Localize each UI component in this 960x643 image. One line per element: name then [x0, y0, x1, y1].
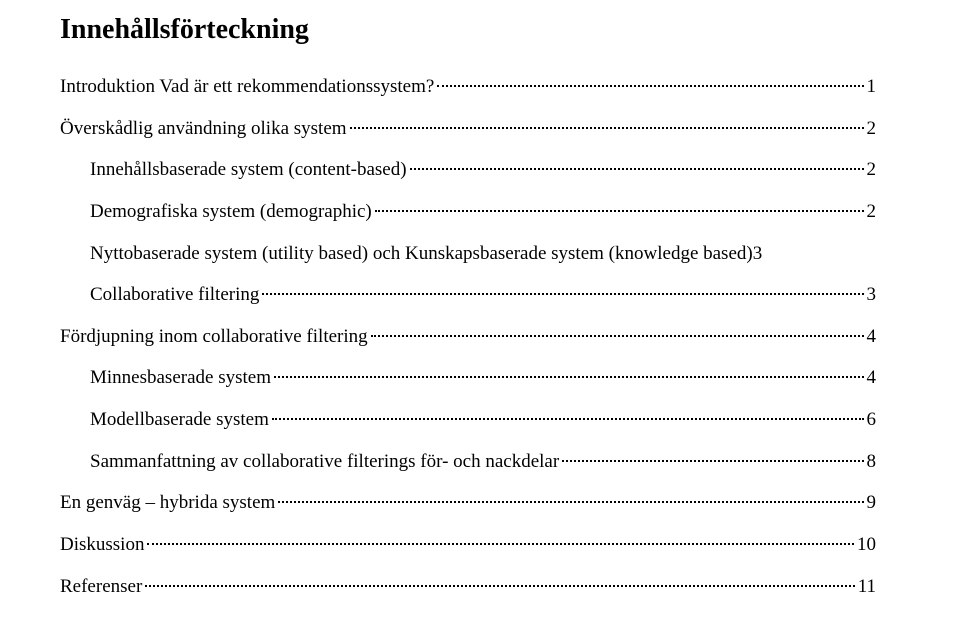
- toc-list: Introduktion Vad är ett rekommendationss…: [60, 74, 876, 599]
- toc-entry-page: 1: [867, 74, 877, 100]
- toc-leader-dots: [410, 168, 864, 170]
- toc-entry: Fördjupning inom collaborative filtering…: [60, 324, 876, 350]
- toc-leader-dots: [145, 585, 854, 587]
- toc-entry-page: 3: [867, 282, 877, 308]
- toc-entry: Demografiska system (demographic) 2: [60, 199, 876, 225]
- toc-entry: Minnesbaserade system 4: [60, 365, 876, 391]
- toc-leader-dots: [371, 335, 864, 337]
- toc-leader-dots: [274, 376, 864, 378]
- toc-entry: Diskussion 10: [60, 532, 876, 558]
- toc-leader-dots: [262, 293, 863, 295]
- toc-entry-label: Introduktion Vad är ett rekommendationss…: [60, 74, 434, 100]
- toc-leader-dots: [437, 85, 863, 87]
- toc-entry-page: 4: [867, 365, 877, 391]
- toc-entry: Referenser 11: [60, 574, 876, 600]
- toc-entry: Introduktion Vad är ett rekommendationss…: [60, 74, 876, 100]
- toc-leader-dots: [375, 210, 864, 212]
- toc-entry-label: En genväg – hybrida system: [60, 490, 275, 516]
- toc-entry-page: 6: [867, 407, 877, 433]
- document-page: Innehållsförteckning Introduktion Vad är…: [0, 0, 960, 599]
- toc-entry-label: Demografiska system (demographic): [90, 199, 372, 225]
- toc-entry-page: 4: [867, 324, 877, 350]
- toc-entry: Innehållsbaserade system (content-based)…: [60, 157, 876, 183]
- toc-leader-dots: [562, 460, 863, 462]
- toc-entry-label: Fördjupning inom collaborative filtering: [60, 324, 368, 350]
- toc-entry-label: Modellbaserade system: [90, 407, 269, 433]
- toc-title: Innehållsförteckning: [60, 14, 876, 46]
- toc-entry-page: 2: [867, 116, 877, 142]
- toc-entry: Nyttobaserade system (utility based) och…: [60, 241, 876, 267]
- toc-entry: Överskådlig användning olika system 2: [60, 116, 876, 142]
- toc-entry-label: Referenser: [60, 574, 142, 600]
- toc-entry-page: 10: [857, 532, 876, 558]
- toc-leader-dots: [147, 543, 854, 545]
- toc-entry-label: Överskådlig användning olika system: [60, 116, 347, 142]
- toc-entry-label: Collaborative filtering: [90, 282, 259, 308]
- toc-entry-page: 3: [753, 241, 763, 267]
- toc-entry-label: Sammanfattning av collaborative filterin…: [90, 449, 559, 475]
- toc-entry-label: Nyttobaserade system (utility based) och…: [90, 241, 753, 267]
- toc-entry-page: 2: [867, 199, 877, 225]
- toc-entry: Collaborative filtering 3: [60, 282, 876, 308]
- toc-entry-label: Innehållsbaserade system (content-based): [90, 157, 407, 183]
- toc-leader-dots: [350, 127, 864, 129]
- toc-entry-page: 11: [858, 574, 876, 600]
- toc-entry: Sammanfattning av collaborative filterin…: [60, 449, 876, 475]
- toc-leader-dots: [278, 501, 863, 503]
- toc-entry-label: Minnesbaserade system: [90, 365, 271, 391]
- toc-leader-dots: [272, 418, 864, 420]
- toc-entry: En genväg – hybrida system 9: [60, 490, 876, 516]
- toc-entry: Modellbaserade system 6: [60, 407, 876, 433]
- toc-entry-page: 2: [867, 157, 877, 183]
- toc-entry-page: 8: [867, 449, 877, 475]
- toc-entry-label: Diskussion: [60, 532, 144, 558]
- toc-entry-page: 9: [867, 490, 877, 516]
